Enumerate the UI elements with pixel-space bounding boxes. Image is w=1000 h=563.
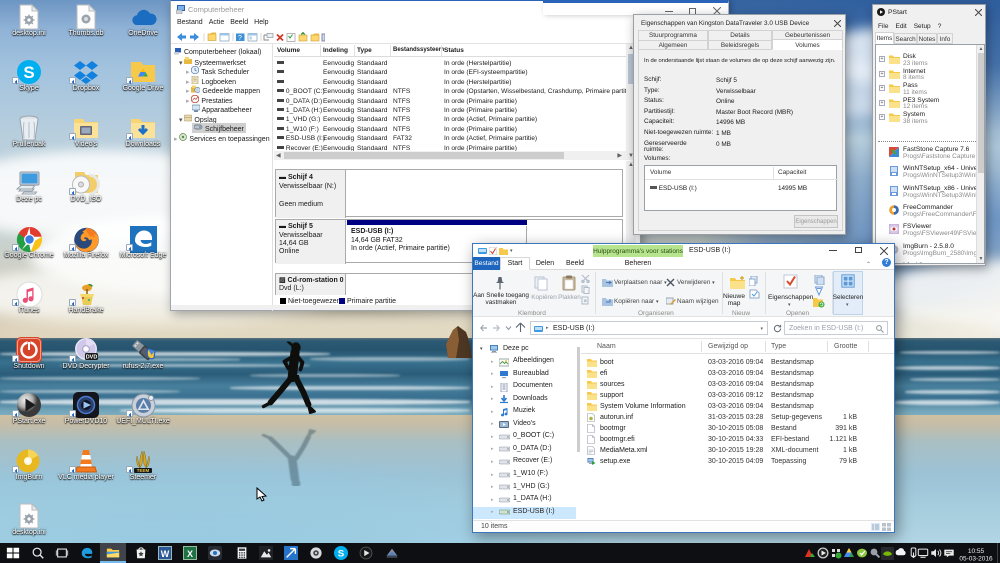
svg-text:TEEM: TEEM bbox=[137, 468, 150, 473]
svg-text:S: S bbox=[23, 63, 34, 82]
svg-text:DVD: DVD bbox=[86, 355, 98, 361]
svg-text:05-03-2016: 05-03-2016 bbox=[959, 556, 993, 563]
svg-text:?: ? bbox=[238, 35, 242, 42]
svg-text:S: S bbox=[338, 549, 345, 560]
svg-text:10:55: 10:55 bbox=[968, 548, 985, 555]
